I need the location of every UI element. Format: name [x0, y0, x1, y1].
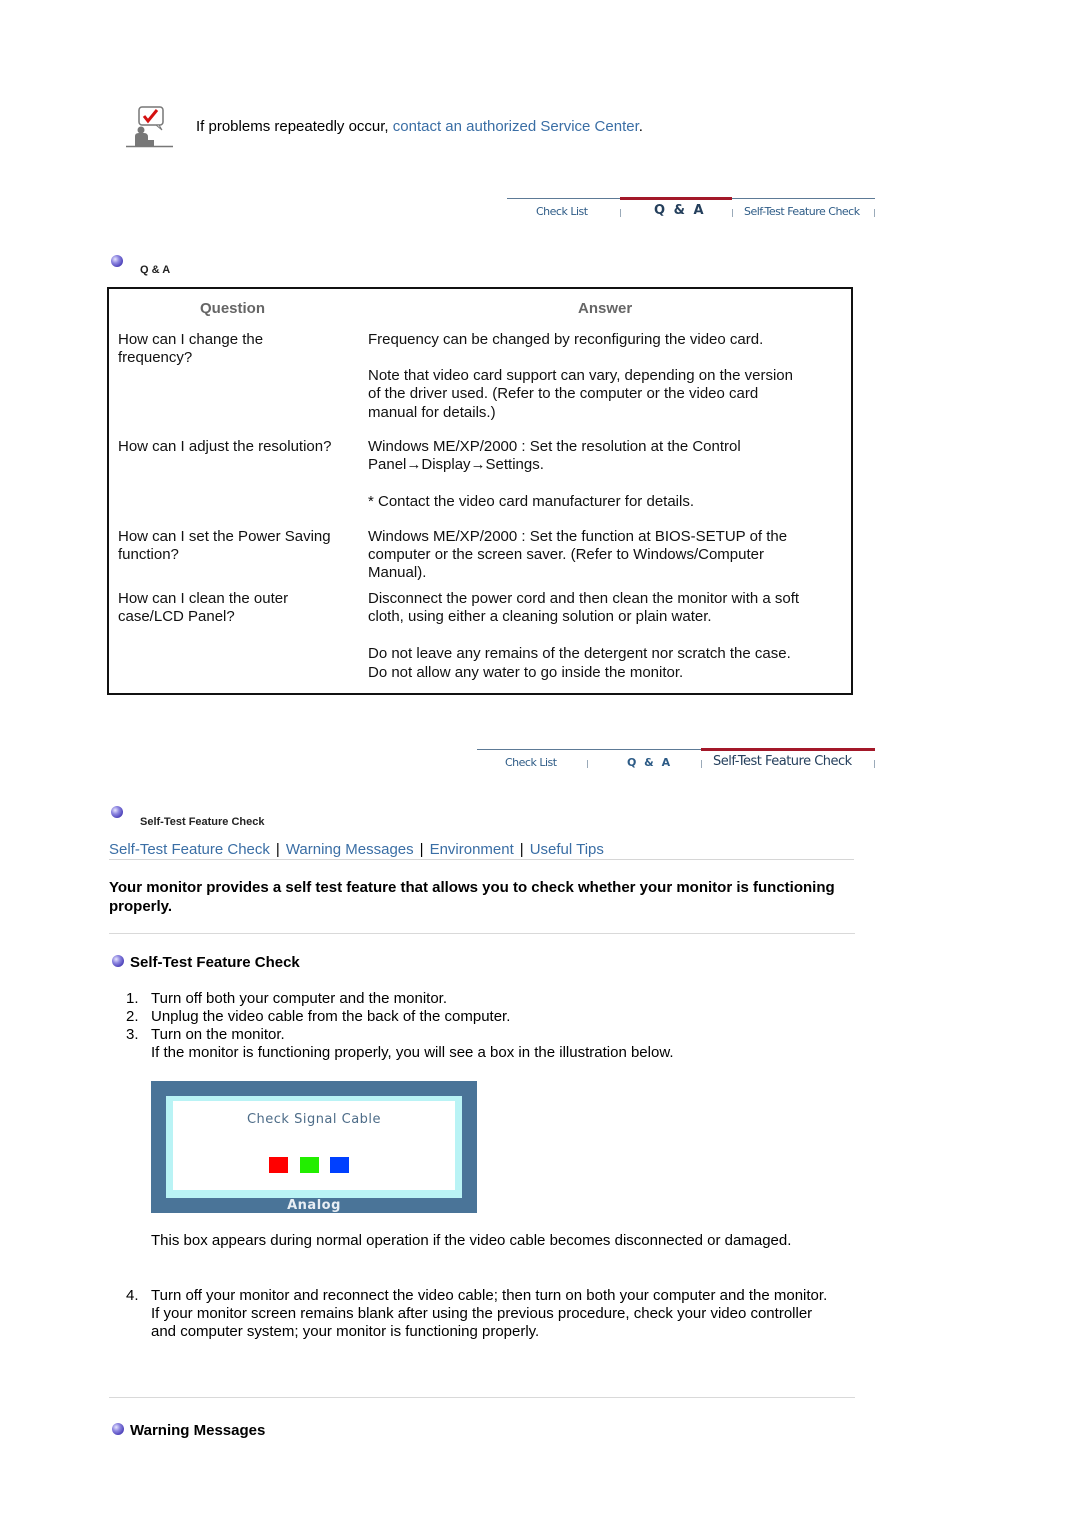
- column-header-answer: Answer: [578, 300, 633, 317]
- step-text: Unplug the video cable from the back of …: [151, 1008, 511, 1025]
- step-note: If the monitor is functioning properly, …: [151, 1044, 674, 1061]
- step-number: 3.: [126, 1026, 139, 1043]
- tabstrip-top: Check List Q & A Self-Test Feature Check: [507, 197, 875, 226]
- notice-prefix: If problems repeatedly occur,: [196, 118, 393, 135]
- step-number: 2.: [126, 1008, 139, 1025]
- step-text: Turn on the monitor.: [151, 1026, 285, 1043]
- red-swatch: [269, 1157, 288, 1173]
- answer-cell: Windows ME/XP/2000 : Set the function at…: [368, 528, 787, 583]
- step-text: Turn off both your computer and the moni…: [151, 990, 448, 1007]
- qa-small-heading: Q & A: [140, 264, 171, 276]
- question-line: How can I set the Power Saving: [118, 528, 331, 545]
- question-cell: How can I adjust the resolution?: [118, 438, 331, 456]
- answer-line: Manual).: [368, 564, 427, 582]
- osd-footer: Analog: [287, 1198, 341, 1213]
- step-text: Turn off your monitor and reconnect the …: [151, 1287, 828, 1304]
- question-line: How can I change the: [118, 331, 264, 348]
- answer-cell: Frequency can be changed by reconfigurin…: [368, 331, 793, 422]
- question-cell: How can I change the frequency?: [118, 331, 263, 367]
- section-subnav: Self-Test Feature Check | Warning Messages…: [109, 841, 854, 860]
- answer-line: Panel→Display→Settings.: [368, 456, 544, 474]
- step-number: 4.: [126, 1287, 139, 1304]
- tab-check-list[interactable]: Check List: [505, 756, 557, 769]
- subnav-separator: |: [419, 841, 424, 858]
- qa-table: Question Answer How can I change the fre…: [107, 287, 853, 695]
- osd-inner-frame: Check Signal Cable: [166, 1096, 462, 1198]
- answer-line: manual for details.): [368, 403, 496, 421]
- divider: [109, 933, 855, 934]
- purple-orb-bullet-icon: [111, 806, 123, 818]
- question-cell: How can I set the Power Saving function?: [118, 528, 331, 564]
- illustration-caption: This box appears during normal operation…: [151, 1232, 792, 1249]
- subnav-useful-tips[interactable]: Useful Tips: [530, 841, 604, 858]
- question-cell: How can I clean the outer case/LCD Panel…: [118, 590, 288, 626]
- step-body: Turn off your monitor and reconnect the …: [151, 1287, 841, 1342]
- help-person-checkmark-icon: [126, 106, 174, 148]
- step-item: 4. Turn off your monitor and reconnect t…: [126, 1287, 856, 1362]
- notice-suffix: .: [638, 118, 643, 135]
- answer-line: Do not leave any remains of the detergen…: [368, 645, 791, 663]
- question-line: How can I clean the outer: [118, 590, 289, 607]
- tab-separator: [732, 209, 733, 217]
- tabstrip-bottom: Check List Q & A Self-Test Feature Check: [477, 748, 875, 777]
- check-signal-cable-illustration: Check Signal Cable Analog: [151, 1081, 477, 1213]
- purple-orb-bullet-icon: [111, 255, 123, 267]
- answer-line: Frequency can be changed by reconfigurin…: [368, 331, 764, 348]
- question-line: How can I adjust the resolution?: [118, 438, 332, 455]
- tab-qa[interactable]: Q & A: [627, 756, 672, 769]
- green-swatch: [300, 1157, 319, 1173]
- blue-swatch: [330, 1157, 349, 1173]
- subnav-separator: |: [275, 841, 280, 858]
- tab-self-test[interactable]: Self-Test Feature Check: [744, 205, 860, 218]
- answer-cell: Disconnect the power cord and then clean…: [368, 590, 799, 682]
- answer-line: * Contact the video card manufacturer fo…: [368, 493, 695, 511]
- question-line: function?: [118, 546, 179, 564]
- warning-messages-title: Warning Messages: [130, 1422, 266, 1439]
- tab-separator: [701, 760, 702, 768]
- divider: [109, 1397, 855, 1398]
- answer-line: computer or the screen saver. (Refer to …: [368, 546, 764, 564]
- column-header-question: Question: [200, 300, 266, 317]
- answer-line: Disconnect the power cord and then clean…: [368, 590, 800, 607]
- selftest-title: Self-Test Feature Check: [130, 954, 300, 971]
- subnav-self-test[interactable]: Self-Test Feature Check: [109, 841, 270, 858]
- question-line: case/LCD Panel?: [118, 608, 235, 626]
- tab-separator: [874, 760, 875, 768]
- answer-line: Do not allow any water to go inside the …: [368, 663, 684, 681]
- tab-separator: [874, 209, 875, 217]
- question-line: frequency?: [118, 349, 193, 367]
- subnav-environment[interactable]: Environment: [430, 841, 514, 858]
- answer-line: Note that video card support can vary, d…: [368, 367, 793, 385]
- tab-separator: [587, 760, 588, 768]
- step-note: If your monitor screen remains blank aft…: [151, 1305, 813, 1341]
- selftest-small-heading: Self-Test Feature Check: [140, 816, 265, 828]
- answer-line: Windows ME/XP/2000 : Set the function at…: [368, 528, 788, 545]
- answer-cell: Windows ME/XP/2000 : Set the resolution …: [368, 438, 741, 512]
- subnav-separator: |: [519, 841, 524, 858]
- step-number: 1.: [126, 990, 139, 1007]
- intro-text: Your monitor provides a self test featur…: [109, 879, 835, 915]
- osd-title: Check Signal Cable: [246, 1112, 382, 1127]
- tab-separator: [620, 209, 621, 217]
- tab-check-list[interactable]: Check List: [536, 205, 588, 218]
- purple-orb-bullet-icon: [112, 1423, 124, 1435]
- osd-panel: Check Signal Cable: [173, 1101, 455, 1190]
- tab-qa[interactable]: Q & A: [654, 203, 706, 218]
- answer-line: of the driver used. (Refer to the comput…: [368, 385, 759, 403]
- answer-line: cloth, using either a cleaning solution …: [368, 608, 712, 626]
- active-tab-indicator: [701, 748, 875, 751]
- answer-line: Windows ME/XP/2000 : Set the resolution …: [368, 438, 741, 455]
- active-tab-indicator: [620, 197, 732, 200]
- steps-list: 1. Turn off both your computer and the m…: [126, 990, 856, 1065]
- service-center-link[interactable]: contact an authorized Service Center: [393, 118, 639, 135]
- notice-text: If problems repeatedly occur, contact an…: [196, 118, 643, 135]
- purple-orb-bullet-icon: [112, 955, 124, 967]
- tab-self-test[interactable]: Self-Test Feature Check: [713, 754, 852, 769]
- subnav-warning-messages[interactable]: Warning Messages: [286, 841, 414, 858]
